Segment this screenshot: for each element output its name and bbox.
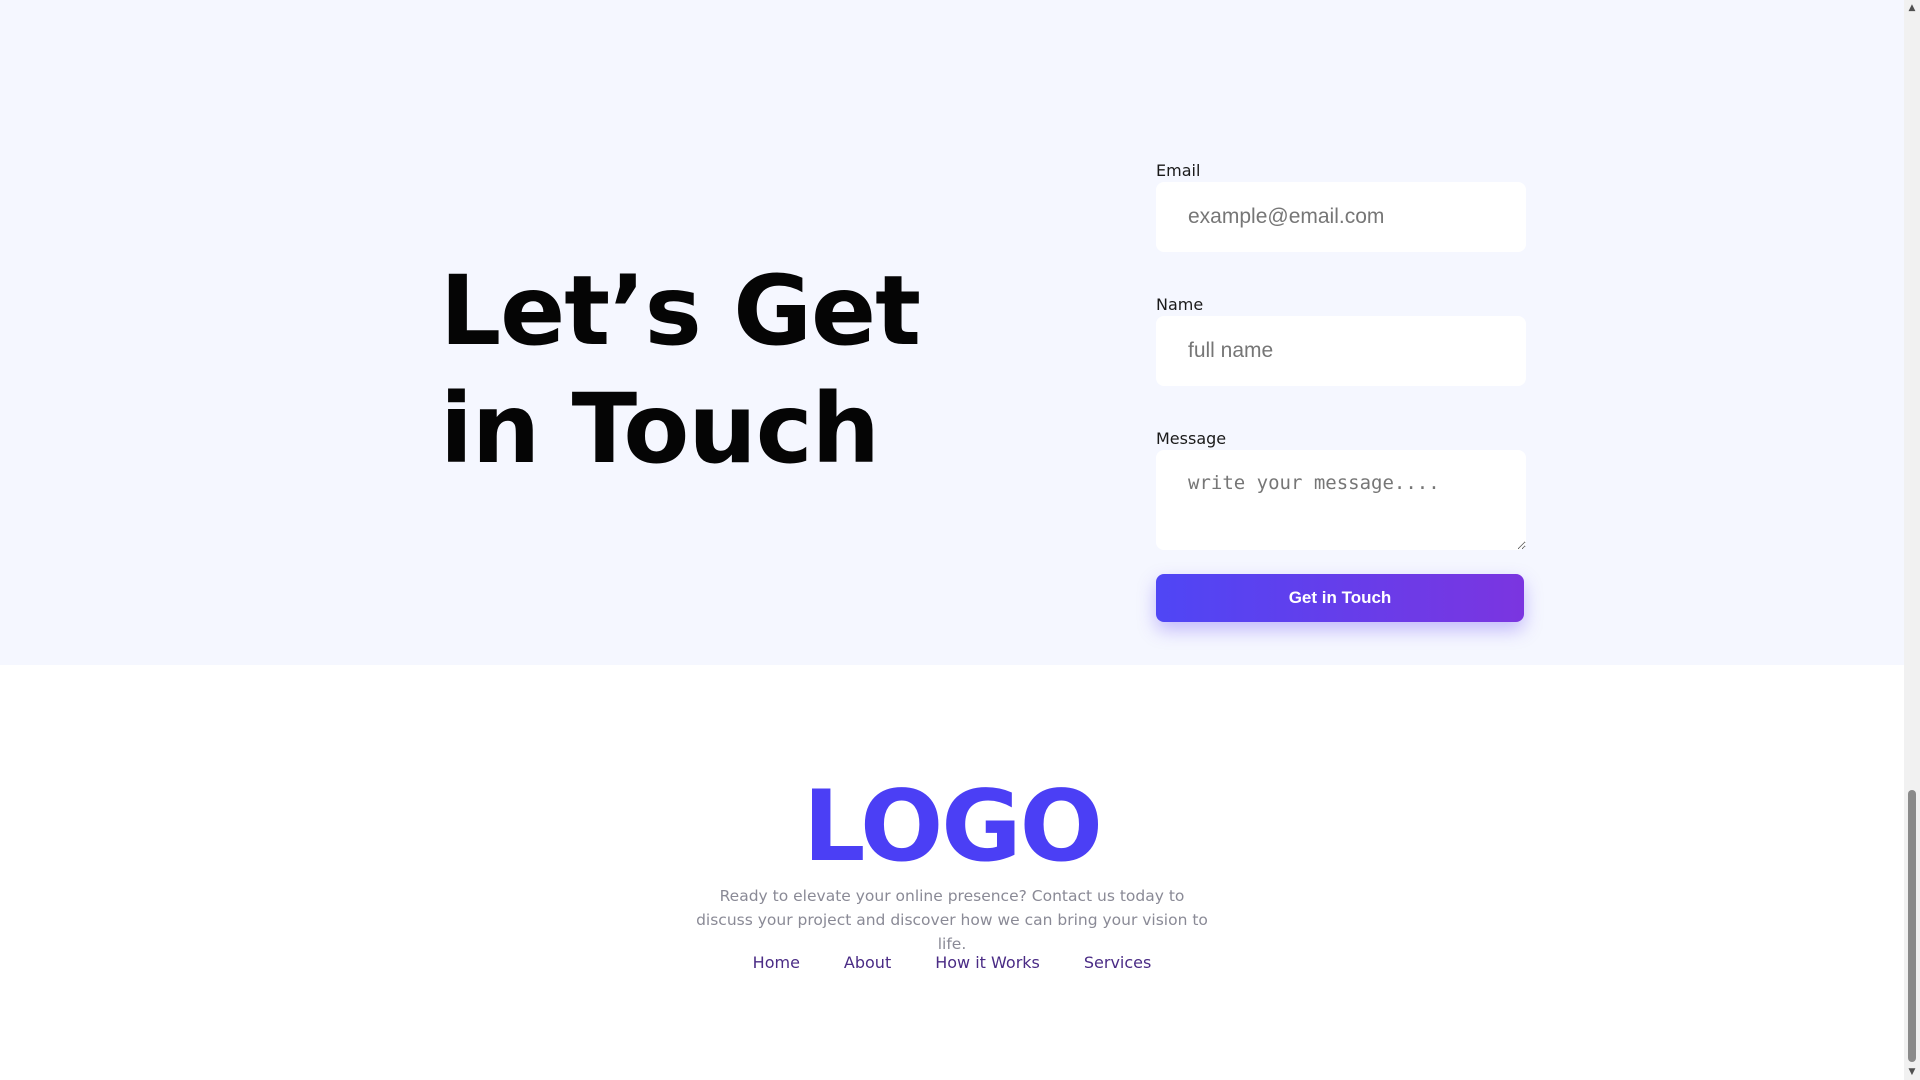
page: Let’s Get in Touch Email Name Message Ge… [0, 0, 1920, 1080]
footer-link-services[interactable]: Services [1084, 953, 1151, 972]
footer-link-about[interactable]: About [844, 953, 891, 972]
name-input[interactable] [1156, 316, 1526, 386]
contact-form: Email Name Message Get in Touch [1156, 160, 1526, 622]
name-label: Name [1156, 295, 1204, 314]
footer-logo: LOGO [802, 770, 1103, 884]
footer-link-how-it-works[interactable]: How it Works [935, 953, 1040, 972]
get-in-touch-button[interactable]: Get in Touch [1156, 574, 1524, 622]
message-label: Message [1156, 429, 1227, 448]
footer: LOGO Ready to elevate your online presen… [0, 665, 1904, 1080]
footer-nav: Home About How it Works Services [0, 953, 1904, 972]
scroll-down-arrow-icon[interactable]: ▼ [1904, 1064, 1920, 1080]
footer-description: Ready to elevate your online presence? C… [696, 887, 1208, 953]
email-label: Email [1156, 161, 1201, 180]
message-textarea[interactable] [1156, 450, 1526, 550]
contact-heading: Let’s Get in Touch [440, 255, 921, 485]
email-input[interactable] [1156, 182, 1526, 252]
footer-link-home[interactable]: Home [753, 953, 800, 972]
scrollbar-thumb[interactable] [1908, 790, 1916, 1062]
scroll-up-arrow-icon[interactable]: ▲ [1904, 0, 1920, 16]
contact-section: Let’s Get in Touch Email Name Message Ge… [0, 0, 1904, 665]
vertical-scrollbar[interactable]: ▲ ▼ [1904, 0, 1920, 1080]
